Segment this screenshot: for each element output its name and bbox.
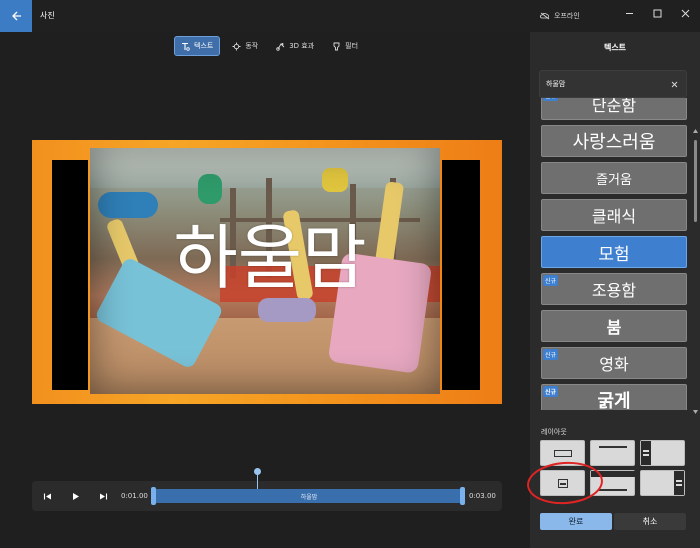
cloud-offline-icon — [540, 12, 550, 20]
title-bar: 사진 오프라인 — [0, 0, 700, 32]
style-label: 클래식 — [591, 207, 637, 226]
clear-text-button[interactable] — [668, 78, 680, 90]
done-button[interactable]: 완료 — [540, 513, 612, 530]
timeline-track[interactable]: 하울맘 — [151, 487, 465, 505]
trim-start-handle[interactable] — [151, 487, 156, 505]
text-input-box — [539, 70, 687, 98]
layout-bottom-line-icon — [599, 489, 627, 491]
maximize-icon — [653, 9, 661, 17]
minimize-button[interactable] — [621, 6, 637, 20]
tab-filter[interactable]: 필터 — [326, 36, 364, 56]
layout-label: 레이아웃 — [541, 428, 567, 436]
frame-right-bar — [442, 160, 480, 390]
overlay-text[interactable]: 하울맘 — [130, 218, 410, 298]
layout-right-split-button[interactable] — [640, 470, 685, 496]
new-badge: 신규 — [543, 275, 559, 286]
tab-motion[interactable]: 동작 — [226, 36, 264, 56]
step-back-button[interactable] — [40, 489, 54, 503]
style-label: 붐 — [606, 318, 622, 337]
3d-effects-icon — [276, 42, 285, 51]
style-quiet[interactable]: 신규 조용함 — [541, 273, 687, 305]
photo-preview[interactable]: 하울맘 — [32, 140, 502, 404]
arrow-left-icon — [12, 11, 21, 21]
frame-left-bar — [52, 160, 88, 390]
layout-split-mark — [676, 484, 682, 486]
tab-text[interactable]: 텍스트 — [174, 36, 221, 56]
play-icon — [72, 492, 79, 500]
tool-tabs: 텍스트 동작 3D 효과 필터 — [174, 36, 364, 56]
layout-split-mark — [676, 480, 682, 482]
start-time: 0:01.00 — [121, 492, 148, 500]
playhead-handle[interactable] — [254, 468, 261, 475]
layout-split-bar — [674, 471, 684, 495]
layout-left-split-button[interactable] — [640, 440, 685, 466]
close-button[interactable] — [677, 6, 693, 20]
photos-app-window: 사진 오프라인 텍스트 동작 3D 효과 필터 하울맘 0:01.00 하울맘 … — [0, 0, 700, 548]
style-label: 굵게 — [597, 391, 631, 410]
maximize-button[interactable] — [649, 6, 665, 20]
app-title: 사진 — [40, 11, 55, 20]
motion-icon — [232, 42, 241, 50]
layout-center-box-icon — [554, 450, 572, 457]
text-icon — [182, 42, 190, 51]
new-badge: 신규 — [543, 349, 559, 360]
filter-icon — [333, 42, 340, 50]
text-input[interactable] — [546, 77, 666, 91]
style-boom[interactable]: 붐 — [541, 310, 687, 342]
style-label: 즐거움 — [596, 172, 632, 188]
clip-label: 하울맘 — [300, 494, 318, 501]
panel-title: 텍스트 — [603, 43, 627, 52]
style-label: 조용함 — [591, 281, 637, 300]
tab-text-label: 텍스트 — [194, 42, 214, 50]
tab-filter-label: 필터 — [345, 42, 359, 50]
end-time: 0:03.00 — [469, 492, 496, 500]
style-label: 모험 — [598, 244, 630, 265]
style-bold[interactable]: 신규 굵게 — [541, 384, 687, 410]
style-simple[interactable]: 신규 단순함 — [541, 98, 687, 120]
text-style-list: 신규 단순함 사랑스러움 즐거움 클래식 모험 신규 조용함 붐 — [539, 98, 687, 410]
style-movie[interactable]: 신규 영화 — [541, 347, 687, 379]
style-lovely[interactable]: 사랑스러움 — [541, 125, 687, 157]
skip-forward-icon — [99, 493, 107, 499]
new-badge: 신규 — [543, 98, 559, 101]
skip-back-icon — [43, 493, 51, 499]
offline-indicator: 오프라인 — [540, 11, 580, 21]
layout-split-mark — [643, 450, 649, 452]
layout-split-bar — [641, 441, 651, 465]
style-label: 단순함 — [591, 98, 637, 115]
close-icon — [681, 9, 689, 17]
style-list-scrollbar[interactable] — [694, 140, 697, 222]
offline-label: 오프라인 — [554, 12, 580, 20]
new-badge: 신규 — [543, 386, 559, 397]
scroll-down-icon[interactable] — [692, 409, 699, 415]
scroll-up-icon[interactable] — [692, 128, 699, 134]
layout-top-line-button[interactable] — [590, 440, 635, 466]
play-button[interactable] — [68, 489, 82, 503]
back-button[interactable] — [0, 0, 32, 32]
cancel-button[interactable]: 취소 — [614, 513, 686, 530]
layout-split-mark — [643, 454, 649, 456]
style-classic[interactable]: 클래식 — [541, 199, 687, 231]
style-label: 사랑스러움 — [572, 132, 656, 153]
trim-end-handle[interactable] — [460, 487, 465, 505]
style-adventure[interactable]: 모험 — [541, 236, 687, 268]
tab-3d-effects[interactable]: 3D 효과 — [270, 36, 320, 56]
timeline-bar: 0:01.00 하울맘 0:03.00 — [32, 468, 502, 511]
style-joyful[interactable]: 즐거움 — [541, 162, 687, 194]
style-label: 영화 — [599, 355, 629, 374]
minimize-icon — [625, 12, 633, 14]
step-forward-button[interactable] — [96, 489, 110, 503]
tab-motion-label: 동작 — [245, 42, 259, 50]
close-icon — [671, 81, 677, 87]
layout-top-line-icon — [599, 446, 627, 448]
tab-3d-effects-label: 3D 효과 — [289, 42, 315, 50]
